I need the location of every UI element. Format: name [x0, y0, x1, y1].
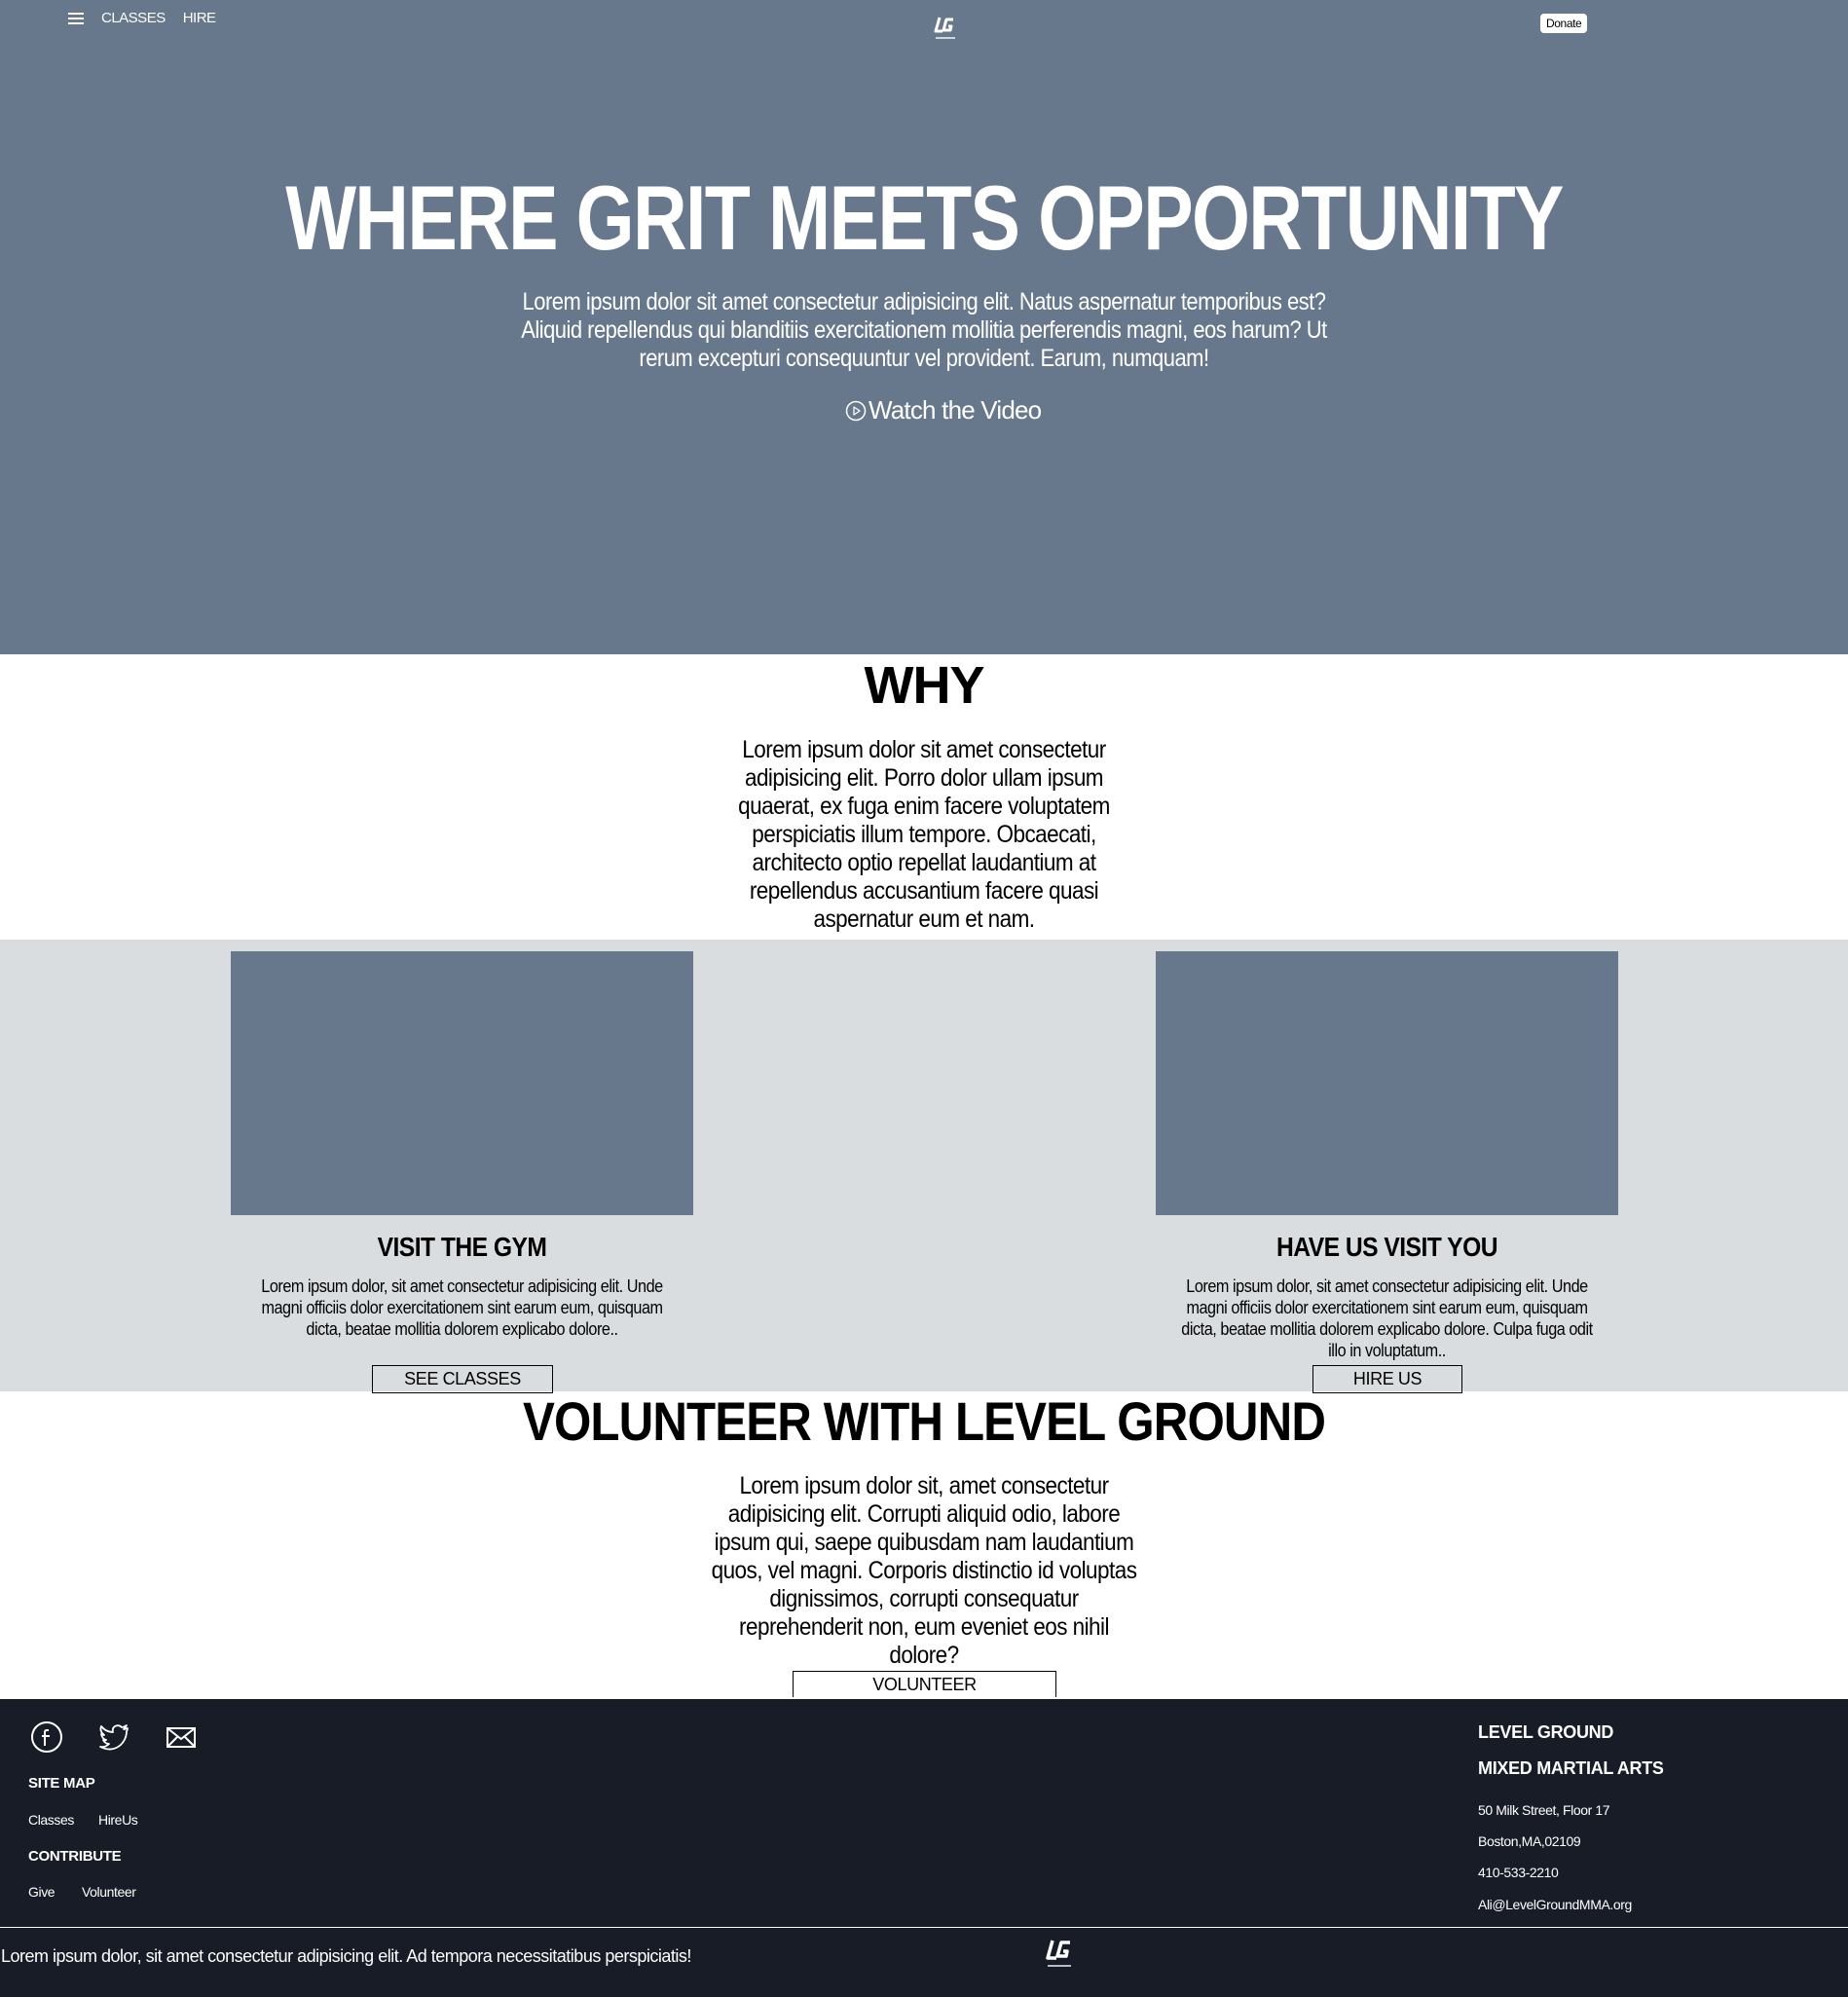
site-map-heading: SITE MAP — [28, 1775, 95, 1792]
org-name-line1: LEVEL GROUND — [1478, 1722, 1614, 1742]
card-text-visit-you: Lorem ipsum dolor, sit amet consectetur … — [1181, 1276, 1593, 1360]
phone[interactable]: 410-533-2210 — [1478, 1865, 1559, 1880]
why-title: WHY — [864, 656, 985, 715]
hero-section: CLASSES HIRE Donate WHERE GRIT MEETS OPP… — [0, 0, 1848, 654]
footer-link-volunteer[interactable]: Volunteer — [82, 1884, 136, 1900]
nav-link-hire[interactable]: HIRE — [183, 10, 216, 26]
hire-us-button[interactable]: HIRE US — [1312, 1365, 1462, 1393]
card-title-visit-you: HAVE US VISIT YOU — [1276, 1232, 1498, 1262]
footer-bottom-text: Lorem ipsum dolor, sit amet consectetur … — [1, 1946, 691, 1966]
why-text: Lorem ipsum dolor sit amet consectetur a… — [738, 736, 1110, 933]
footer-logo[interactable] — [1044, 1935, 1075, 1974]
volunteer-button[interactable]: VOLUNTEER — [793, 1671, 1056, 1699]
watch-video-label: Watch the Video — [869, 395, 1042, 425]
footer-divider — [0, 1927, 1848, 1928]
services-section: VISIT THE GYM Lorem ipsum dolor, sit ame… — [0, 940, 1848, 1391]
email[interactable]: Ali@LevelGroundMMA.org — [1478, 1897, 1632, 1912]
twitter-icon[interactable] — [97, 1720, 130, 1754]
visit-you-image — [1156, 951, 1618, 1215]
footer: SITE MAP Classes HireUs CONTRIBUTE Give … — [0, 1697, 1848, 1997]
hero-text: Lorem ipsum dolor sit amet consectetur a… — [521, 288, 1327, 372]
donate-button[interactable]: Donate — [1540, 14, 1588, 33]
card-text-visit-gym: Lorem ipsum dolor, sit amet consectetur … — [261, 1276, 663, 1339]
top-nav: CLASSES HIRE — [68, 10, 216, 26]
nav-link-classes[interactable]: CLASSES — [101, 10, 166, 26]
gym-image — [231, 951, 693, 1215]
footer-link-hireus[interactable]: HireUs — [98, 1812, 138, 1828]
mail-icon[interactable] — [165, 1720, 198, 1754]
footer-link-give[interactable]: Give — [28, 1884, 55, 1900]
see-classes-button[interactable]: SEE CLASSES — [372, 1365, 553, 1393]
org-name-line2: MIXED MARTIAL ARTS — [1478, 1758, 1664, 1778]
card-title-visit-gym: VISIT THE GYM — [377, 1232, 547, 1262]
menu-icon[interactable] — [68, 12, 84, 24]
facebook-icon[interactable] — [30, 1720, 63, 1754]
volunteer-text: Lorem ipsum dolor sit, amet consectetur … — [711, 1472, 1137, 1669]
hero-title: WHERE GRIT MEETS OPPORTUNITY — [285, 166, 1564, 269]
watch-video-link[interactable]: Watch the Video — [845, 395, 1042, 425]
play-circle-icon — [845, 400, 867, 421]
city: Boston,MA,02109 — [1478, 1833, 1581, 1849]
volunteer-title: VOLUNTEER WITH LEVEL GROUND — [522, 1390, 1326, 1452]
address: 50 Milk Street, Floor 17 — [1478, 1802, 1610, 1818]
contribute-heading: CONTRIBUTE — [28, 1848, 122, 1865]
footer-link-classes[interactable]: Classes — [28, 1812, 74, 1828]
logo[interactable] — [933, 14, 958, 43]
